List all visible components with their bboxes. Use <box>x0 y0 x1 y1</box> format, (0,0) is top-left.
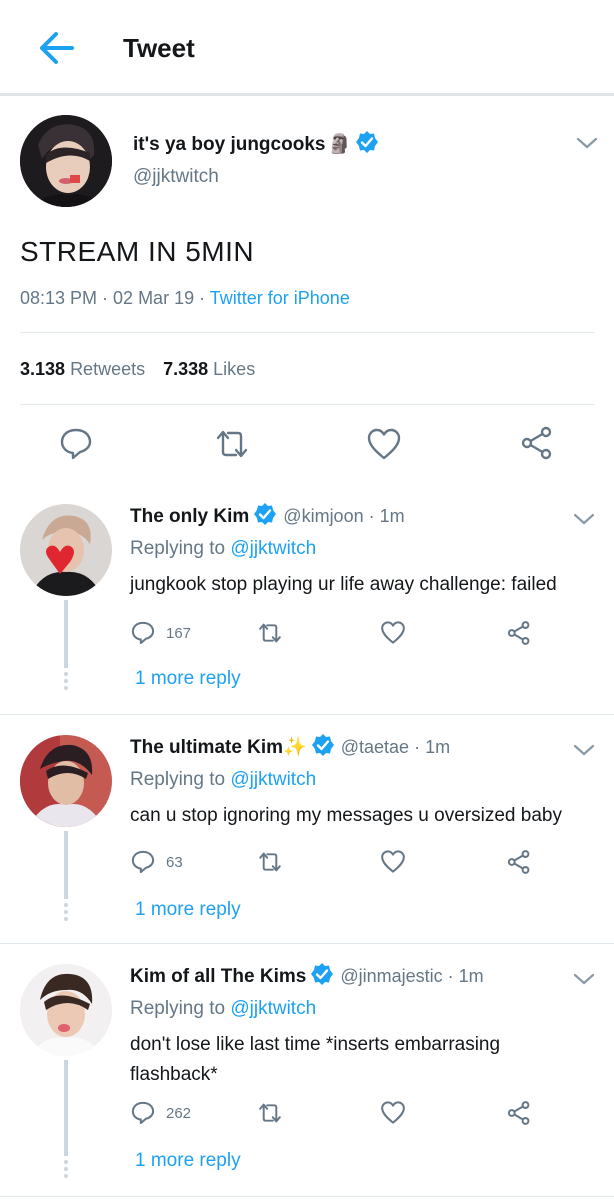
verified-badge-icon <box>310 962 334 992</box>
reply-icon[interactable]: 63 <box>130 849 210 875</box>
retweet-icon[interactable] <box>256 849 284 875</box>
reply-tweet[interactable]: Kim of all The Kims @jinmajestic · 1m Rep… <box>0 954 614 1198</box>
top-bar: Tweet <box>0 0 614 96</box>
retweet-icon[interactable] <box>256 620 284 646</box>
tweet-source-link[interactable]: Twitter for iPhone <box>210 288 350 308</box>
reply-icon[interactable]: 262 <box>130 1100 210 1126</box>
mention-link[interactable]: @jjktwitch <box>230 998 316 1019</box>
more-replies-link[interactable]: 1 more reply <box>135 1150 241 1172</box>
reply-text: jungkook stop playing ur life away chall… <box>130 574 557 595</box>
reply-text: can u stop ignoring my messages u oversi… <box>130 805 562 826</box>
reply-handle: @taetae · 1m <box>340 737 451 757</box>
reply-icon[interactable] <box>58 426 94 467</box>
divider <box>0 1196 614 1197</box>
page-title: Tweet <box>123 33 195 63</box>
replying-to: Replying to @jjktwitch <box>130 538 317 559</box>
heart-icon[interactable] <box>380 849 406 875</box>
mention-link[interactable]: @jjktwitch <box>230 769 316 790</box>
replying-to: Replying to @jjktwitch <box>130 998 317 1019</box>
divider <box>20 404 594 405</box>
retweet-icon[interactable] <box>212 426 252 467</box>
more-replies-link[interactable]: 1 more reply <box>135 668 241 690</box>
thread-dots <box>63 1160 69 1181</box>
share-icon[interactable] <box>506 849 532 875</box>
reply-author[interactable]: The ultimate Kim✨ @taetae · 1m <box>130 733 450 763</box>
author-handle[interactable]: @jjktwitch <box>133 166 219 188</box>
reply-handle: @jinmajestic · 1m <box>340 966 484 986</box>
author-display-name[interactable]: it's ya boy jungcooks 🗿 <box>133 130 385 160</box>
reply-actions: 262 <box>130 1100 550 1126</box>
thread-dots <box>63 672 69 693</box>
chevron-down-icon[interactable] <box>573 512 595 526</box>
avatar[interactable] <box>20 964 112 1056</box>
tweet-stats: 3.138 Retweets 7.338 Likes <box>20 359 255 380</box>
sparkles-emoji: ✨ <box>283 737 307 758</box>
share-icon[interactable] <box>506 1100 532 1126</box>
tweet-meta: 08:13 PM · 02 Mar 19 · Twitter for iPhon… <box>20 288 350 309</box>
chevron-down-icon[interactable] <box>573 743 595 757</box>
avatar[interactable] <box>20 115 112 207</box>
reply-icon[interactable]: 167 <box>130 620 210 646</box>
reply-count: 262 <box>166 1105 192 1122</box>
reply-handle: @kimjoon · 1m <box>283 506 405 526</box>
share-icon[interactable] <box>506 620 532 646</box>
tweet-timestamp: 08:13 PM · 02 Mar 19 · <box>20 288 210 308</box>
thread-line <box>64 1060 68 1156</box>
heart-icon[interactable] <box>380 620 406 646</box>
reply-author[interactable]: The only Kim @kimjoon · 1m <box>130 502 405 532</box>
thread-line <box>64 600 68 668</box>
reply-count: 63 <box>166 854 183 871</box>
retweet-icon[interactable] <box>256 1100 284 1126</box>
reply-actions: 63 <box>130 849 550 875</box>
chevron-down-icon[interactable] <box>573 972 595 986</box>
retweets-stat[interactable]: 3.138 Retweets <box>20 359 145 379</box>
divider <box>20 332 594 333</box>
thread-dots <box>63 903 69 924</box>
back-arrow-icon[interactable] <box>34 28 76 68</box>
heart-icon[interactable] <box>380 1100 406 1126</box>
verified-badge-icon <box>253 502 277 532</box>
chevron-down-icon[interactable] <box>576 136 598 150</box>
divider <box>0 943 614 944</box>
mention-link[interactable]: @jjktwitch <box>230 538 316 559</box>
replying-to: Replying to @jjktwitch <box>130 769 317 790</box>
avatar[interactable] <box>20 504 112 596</box>
reply-author[interactable]: Kim of all The Kims @jinmajestic · 1m <box>130 962 484 992</box>
thread-line <box>64 831 68 899</box>
reply-tweet[interactable]: The only Kim @kimjoon · 1m Replying to @j… <box>0 494 614 712</box>
verified-badge-icon <box>311 733 335 763</box>
more-replies-link[interactable]: 1 more reply <box>135 899 241 921</box>
reply-tweet[interactable]: The ultimate Kim✨ @taetae · 1m Replying t… <box>0 725 614 941</box>
avatar[interactable] <box>20 735 112 827</box>
reply-actions: 167 <box>130 620 550 646</box>
share-icon[interactable] <box>519 425 555 466</box>
moai-emoji: 🗿 <box>327 134 352 155</box>
divider <box>0 714 614 715</box>
reply-count: 167 <box>166 625 192 642</box>
reply-text: don't lose like last time *inserts embar… <box>130 1034 501 1085</box>
likes-stat[interactable]: 7.338 Likes <box>163 359 255 379</box>
verified-badge-icon <box>355 130 379 160</box>
tweet-text: STREAM IN 5MIN <box>20 236 255 267</box>
heart-icon[interactable] <box>366 427 402 466</box>
